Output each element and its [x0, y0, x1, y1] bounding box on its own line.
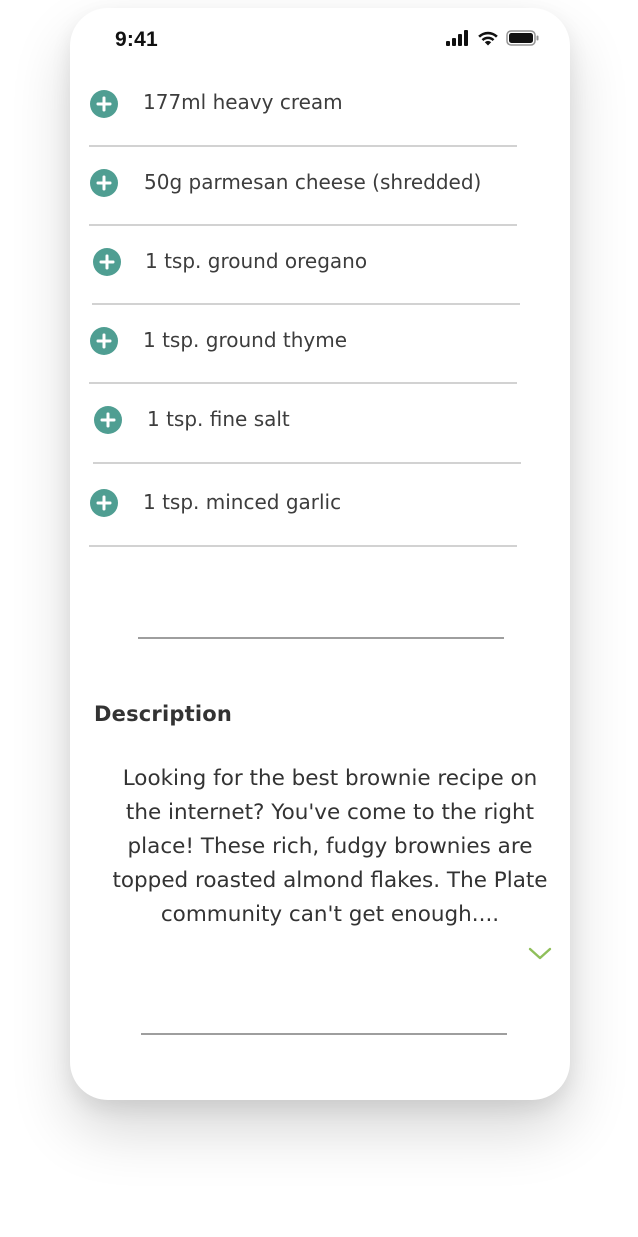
- battery-icon: [506, 30, 539, 46]
- ingredient-item: 1 tsp. fine salt: [94, 405, 534, 465]
- ingredient-item: 177ml heavy cream: [90, 88, 530, 148]
- ingredient-label: 1 tsp. ground thyme: [143, 328, 348, 352]
- plus-circle-icon[interactable]: [90, 489, 118, 517]
- divider: [92, 303, 520, 305]
- divider: [89, 145, 517, 147]
- status-time: 9:41: [115, 28, 158, 51]
- wifi-icon: [478, 31, 498, 46]
- ingredient-label: 50g parmesan cheese (shredded): [144, 170, 482, 194]
- section-divider: [138, 637, 504, 639]
- ingredient-item: 50g parmesan cheese (shredded): [90, 168, 530, 228]
- plus-circle-icon[interactable]: [90, 90, 118, 118]
- plus-circle-icon[interactable]: [94, 406, 122, 434]
- ingredient-label: 1 tsp. ground oregano: [145, 249, 368, 273]
- ingredient-item: 1 tsp. ground oregano: [93, 247, 533, 307]
- plus-circle-icon[interactable]: [93, 248, 121, 276]
- ingredient-item: 1 tsp. ground thyme: [90, 326, 530, 386]
- ingredient-item: 1 tsp. minced garlic: [90, 488, 530, 548]
- chevron-down-icon[interactable]: [527, 944, 553, 962]
- divider: [93, 462, 521, 464]
- ingredient-label: 1 tsp. fine salt: [147, 407, 290, 431]
- description-heading: Description: [94, 702, 233, 726]
- divider: [89, 224, 517, 226]
- status-bar: 9:41: [70, 8, 570, 68]
- section-divider: [141, 1033, 507, 1035]
- plus-circle-icon[interactable]: [90, 169, 118, 197]
- status-icons: [446, 30, 540, 46]
- description-text: Looking for the best brownie recipe on t…: [112, 766, 548, 927]
- divider: [89, 382, 517, 384]
- ingredient-label: 177ml heavy cream: [143, 90, 343, 114]
- phone-screen: 9:41 177ml heavy cream 50g parmesan chee…: [70, 8, 570, 1100]
- plus-circle-icon[interactable]: [90, 327, 118, 355]
- ingredient-label: 1 tsp. minced garlic: [143, 490, 342, 514]
- cellular-signal-icon: [446, 30, 468, 46]
- divider: [89, 545, 517, 547]
